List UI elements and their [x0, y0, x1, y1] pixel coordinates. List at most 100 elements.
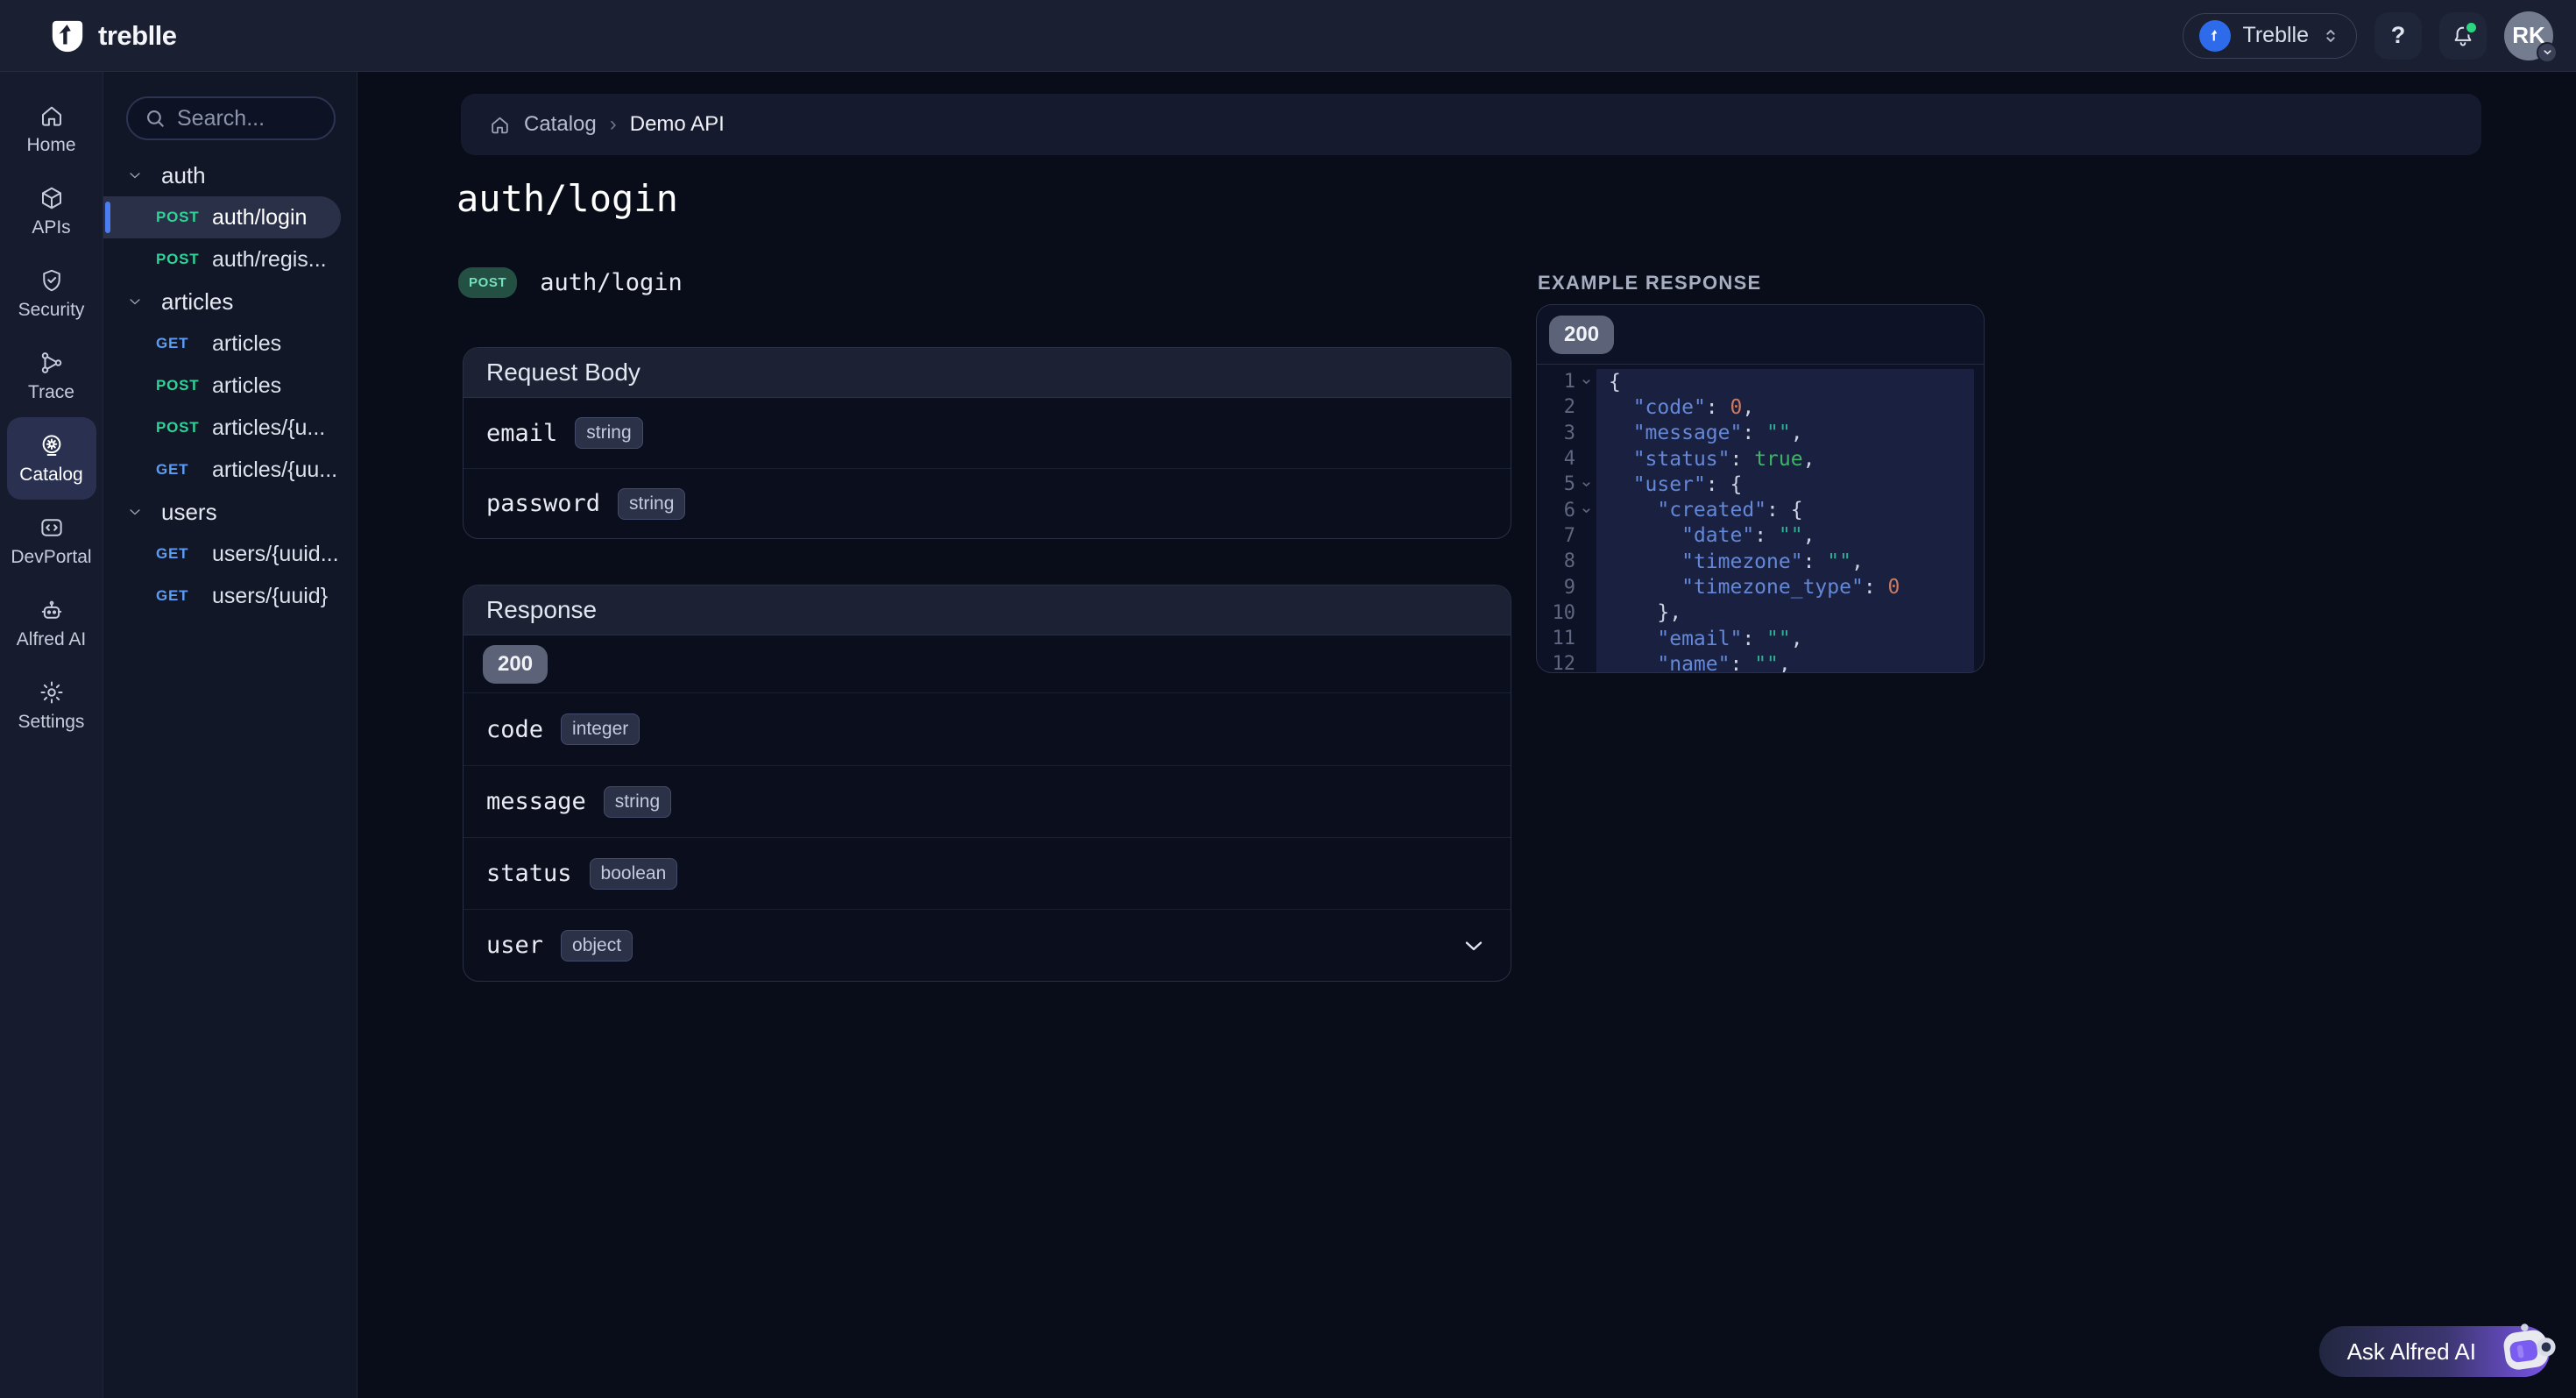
- breadcrumb-separator: ›: [610, 112, 617, 137]
- field-type-badge: string: [618, 488, 685, 520]
- org-logo-icon: [2199, 20, 2231, 52]
- method-label: GET: [156, 545, 200, 563]
- method-label: POST: [156, 251, 200, 268]
- chevron-down-icon[interactable]: [1460, 932, 1488, 960]
- tree-item-get-articles-uu-[interactable]: GETarticles/{uu...: [103, 449, 341, 491]
- chevron-down-icon: [126, 503, 144, 521]
- field-name: status: [486, 860, 572, 887]
- tree-item-get-users-uuid-[interactable]: GETusers/{uuid...: [103, 533, 341, 575]
- rail-item-label: Home: [26, 135, 75, 156]
- request-body-card: Request Body emailstringpasswordstring: [463, 347, 1511, 539]
- ask-alfred-label: Ask Alfred AI: [2347, 1338, 2476, 1365]
- field-name: email: [486, 420, 557, 447]
- field-row-code: code integer: [464, 693, 1511, 765]
- endpoint-path-label: users/{uuid}: [212, 584, 328, 609]
- tree-item-post-articles[interactable]: POSTarticles: [103, 365, 341, 407]
- method-badge: POST: [458, 267, 517, 298]
- breadcrumb-root[interactable]: Catalog: [524, 112, 597, 137]
- fold-chevron-icon[interactable]: [1575, 479, 1596, 490]
- org-selector-label: Treblle: [2243, 23, 2310, 48]
- alfred-icon: [39, 597, 65, 623]
- line-number: 3: [1537, 422, 1575, 444]
- status-code-badge[interactable]: 200: [483, 645, 548, 684]
- tree-group-auth[interactable]: auth: [103, 154, 357, 196]
- user-avatar[interactable]: RK: [2504, 11, 2553, 60]
- line-number: 10: [1537, 602, 1575, 624]
- tree-item-get-articles[interactable]: GETarticles: [103, 323, 341, 365]
- tree-item-get-users-uuid-[interactable]: GETusers/{uuid}: [103, 575, 341, 617]
- tree-item-post-articles-u-[interactable]: POST articles/{u...: [103, 407, 341, 449]
- tree-group-users[interactable]: users: [103, 491, 357, 533]
- code-line-content: "name": "",: [1596, 651, 1974, 673]
- field-row-user[interactable]: userobject: [464, 909, 1511, 981]
- trace-icon: [39, 350, 65, 376]
- code-line-12: 12 "name": "",: [1537, 651, 1984, 673]
- example-response-tabbar: 200: [1537, 305, 1984, 365]
- method-label: POST: [156, 419, 200, 436]
- rail-item-label: Catalog: [19, 465, 82, 486]
- code-editor: 1{2 "code": 0,3 "message": "",4 "status"…: [1537, 365, 1984, 673]
- code-line-content: "date": "",: [1596, 523, 1974, 549]
- question-mark-icon: ?: [2391, 22, 2406, 49]
- line-number: 5: [1537, 473, 1575, 495]
- security-icon: [39, 267, 65, 294]
- code-line-content: "timezone_type": 0: [1596, 574, 1974, 600]
- tree-group-articles[interactable]: articles: [103, 280, 357, 323]
- field-row-email: email string: [464, 398, 1511, 468]
- alfred-robot-icon: [2497, 1321, 2557, 1380]
- line-number: 11: [1537, 628, 1575, 649]
- field-name: code: [486, 716, 543, 743]
- fold-chevron-icon[interactable]: [1575, 376, 1596, 387]
- rail-item-devportal[interactable]: DevPortal: [7, 500, 96, 582]
- example-response-label: EXAMPLE RESPONSE: [1538, 272, 1762, 295]
- code-line-1: 1{: [1537, 369, 1984, 394]
- rail-item-alfred[interactable]: Alfred AI: [7, 582, 96, 664]
- field-type-badge: integer: [561, 713, 640, 745]
- rail-item-label: DevPortal: [11, 547, 91, 568]
- line-number: 4: [1537, 448, 1575, 470]
- tree-group-label: users: [161, 499, 217, 526]
- code-line-8: 8 "timezone": "",: [1537, 549, 1984, 574]
- tree-item-post-auth-login[interactable]: POSTauth/login: [103, 196, 341, 238]
- code-line-content: "code": 0,: [1596, 394, 1974, 420]
- rail-item-settings[interactable]: Settings: [7, 664, 96, 747]
- code-line-content: {: [1596, 369, 1974, 394]
- help-button[interactable]: ?: [2374, 12, 2422, 60]
- response-card: Response 200 codeintegermessagestringsta…: [463, 585, 1511, 982]
- endpoint-row: POST auth/login: [458, 267, 683, 298]
- endpoint-path-label: auth/regis...: [212, 247, 327, 273]
- home-icon: [489, 114, 511, 136]
- ask-alfred-button[interactable]: Ask Alfred AI: [2319, 1326, 2550, 1377]
- search-input[interactable]: [177, 106, 326, 131]
- treblle-logo-icon: [49, 18, 86, 54]
- endpoint-path-label: auth/login: [212, 205, 307, 231]
- line-number: 12: [1537, 653, 1575, 673]
- fold-chevron-icon[interactable]: [1575, 505, 1596, 516]
- org-selector[interactable]: Treblle: [2183, 13, 2358, 59]
- devportal-icon: [39, 514, 65, 541]
- rail-item-catalog[interactable]: Catalog: [7, 417, 96, 500]
- code-line-7: 7 "date": "",: [1537, 523, 1984, 549]
- search-box[interactable]: [126, 96, 336, 140]
- code-line-9: 9 "timezone_type": 0: [1537, 574, 1984, 600]
- endpoint-path-label: articles/{u...: [212, 415, 325, 441]
- method-label: GET: [156, 335, 200, 352]
- rail-item-apis[interactable]: APIs: [7, 170, 96, 252]
- app-logo: treblle: [49, 18, 177, 54]
- chevron-down-icon: [2537, 42, 2558, 63]
- rail-item-trace[interactable]: Trace: [7, 335, 96, 417]
- code-line-content: "created": {: [1596, 497, 1974, 522]
- line-number: 8: [1537, 550, 1575, 572]
- method-label: GET: [156, 461, 200, 479]
- code-line-content: "message": "",: [1596, 421, 1974, 446]
- code-line-content: },: [1596, 600, 1974, 626]
- rail-item-security[interactable]: Security: [7, 252, 96, 335]
- code-line-10: 10 },: [1537, 600, 1984, 626]
- notifications-button[interactable]: [2439, 12, 2487, 60]
- breadcrumb-current[interactable]: Demo API: [630, 112, 725, 137]
- field-type-badge: string: [575, 417, 642, 449]
- tree-item-post-auth-regis-[interactable]: POST auth/regis...: [103, 238, 341, 280]
- rail-item-home[interactable]: Home: [7, 88, 96, 170]
- example-status-tab[interactable]: 200: [1549, 316, 1614, 354]
- chevron-down-icon: [126, 293, 144, 310]
